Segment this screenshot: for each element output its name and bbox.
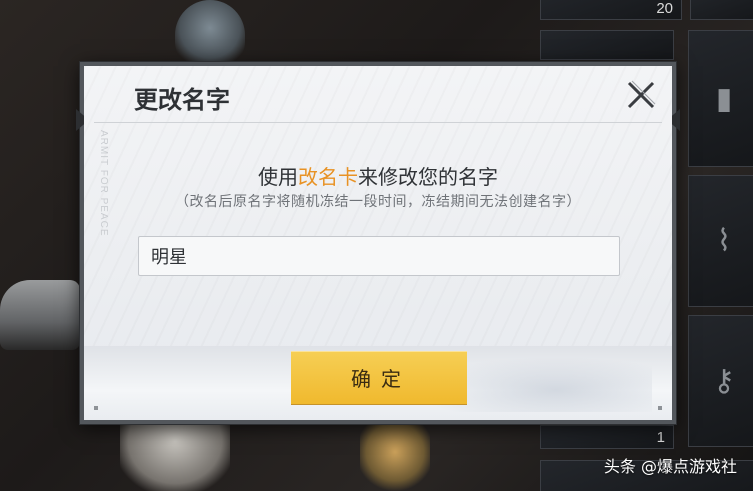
key-icon: ⚷ xyxy=(713,363,735,399)
rename-note: （改名后原名字将随机冻结一段时间，冻结期间无法创建名字） xyxy=(175,194,581,210)
rename-instruction: 使用改名卡来修改您的名字 xyxy=(84,161,672,190)
corner-decoration xyxy=(658,406,662,410)
name-input[interactable] xyxy=(138,236,620,276)
inventory-slot[interactable]: 1 xyxy=(540,425,674,449)
corner-decoration xyxy=(94,406,98,410)
instruction-suffix: 来修改您的名字 xyxy=(358,165,498,189)
car-background xyxy=(0,280,80,350)
item-icon: ▮ xyxy=(715,81,733,116)
game-screen: 20 ▮ ⌇ ⚷ 1 ARMIT FOR PEACE 更改名字 使用改名卡来修改… xyxy=(0,0,753,491)
inventory-slot[interactable] xyxy=(540,30,674,60)
spring-icon: ⌇ xyxy=(716,223,732,259)
rename-dialog: ARMIT FOR PEACE 更改名字 使用改名卡来修改您的名字 （改名后原名… xyxy=(76,62,680,424)
inventory-slot[interactable]: ⌇ xyxy=(688,175,753,307)
slot-count: 20 xyxy=(656,0,673,17)
inventory-slot[interactable]: ▮ xyxy=(688,30,753,167)
dialog-body: ARMIT FOR PEACE 更改名字 使用改名卡来修改您的名字 （改名后原名… xyxy=(84,66,672,420)
confirm-button[interactable]: 确定 xyxy=(291,351,467,404)
rename-card-highlight: 改名卡 xyxy=(298,165,358,189)
character-background-bottom xyxy=(120,420,230,491)
duck-character-background xyxy=(360,420,430,491)
inventory-slot[interactable] xyxy=(690,0,753,20)
title-divider xyxy=(94,122,662,123)
character-background xyxy=(175,0,245,70)
source-watermark: 头条 @爆点游戏社 xyxy=(603,457,737,476)
dialog-title-bar: 更改名字 xyxy=(84,66,672,124)
close-button[interactable] xyxy=(624,78,658,112)
inventory-slot[interactable]: 20 xyxy=(540,0,682,20)
close-icon xyxy=(627,80,656,109)
inventory-slot[interactable]: ⚷ xyxy=(688,315,753,447)
dialog-title: 更改名字 xyxy=(134,86,230,114)
instruction-prefix: 使用 xyxy=(258,165,298,189)
slot-count: 1 xyxy=(656,429,665,446)
